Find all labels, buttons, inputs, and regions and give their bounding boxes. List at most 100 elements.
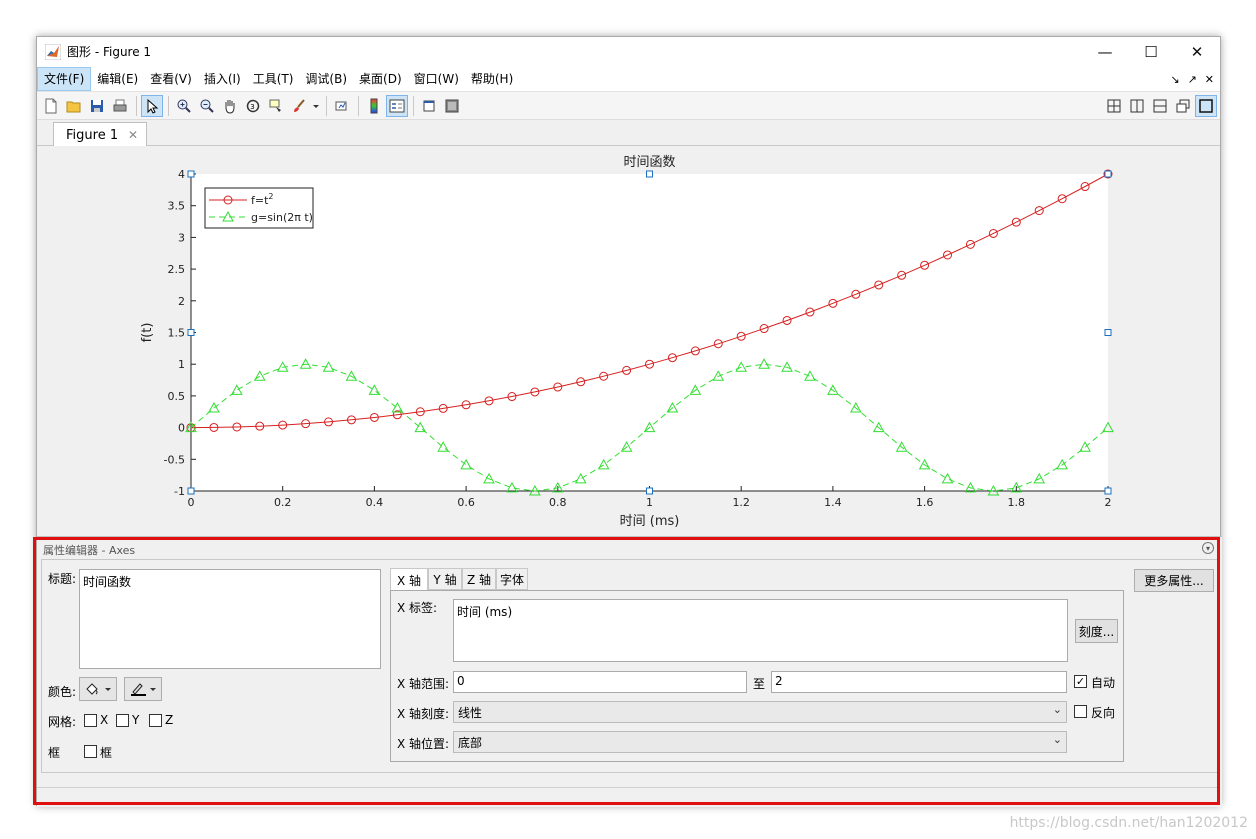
y-tick-label: 3 bbox=[178, 231, 185, 244]
print-icon[interactable] bbox=[109, 95, 131, 117]
new-figure-icon[interactable] bbox=[40, 95, 62, 117]
tile-grid-icon[interactable] bbox=[1103, 95, 1125, 117]
menu-edit[interactable]: 编辑(E) bbox=[91, 67, 144, 91]
dock-icon[interactable]: ↘ bbox=[1170, 73, 1179, 86]
legend-icon[interactable] bbox=[386, 94, 408, 117]
close-figure-icon[interactable]: ✕ bbox=[1205, 73, 1214, 86]
grid-x-checkbox[interactable] bbox=[84, 714, 97, 727]
toolbar: 3 bbox=[37, 92, 1220, 120]
split-vertical-icon[interactable] bbox=[1126, 95, 1148, 117]
line-chart[interactable]: 时间函数 0 0.2 0.4 0.6 0.8 1 1.2 1.4 1.6 1.8 2 -1 -0.5 0 0.… bbox=[37, 146, 1222, 535]
grid-y-checkbox[interactable] bbox=[116, 714, 129, 727]
grid-z-checkbox[interactable] bbox=[149, 714, 162, 727]
auto-checkbox[interactable]: ✓ bbox=[1074, 675, 1087, 688]
rotate-3d-icon[interactable]: 3 bbox=[242, 95, 264, 117]
undock-icon[interactable]: ↗ bbox=[1188, 73, 1197, 86]
menu-file[interactable]: 文件(F) bbox=[37, 66, 92, 91]
toolbar-separator bbox=[326, 95, 327, 116]
menu-tools[interactable]: 工具(T) bbox=[247, 67, 300, 91]
selection-handle[interactable] bbox=[646, 487, 653, 495]
face-color-button[interactable] bbox=[79, 677, 117, 701]
legend-label: g=sin(2π t) bbox=[251, 211, 313, 224]
x-location-select[interactable]: 底部 ⌄ bbox=[453, 731, 1067, 753]
colorbar-icon[interactable] bbox=[363, 95, 385, 117]
x-label-textarea[interactable]: 时间 (ms) bbox=[453, 599, 1068, 662]
svg-text:3: 3 bbox=[250, 103, 254, 111]
selection-handle[interactable] bbox=[1104, 329, 1112, 336]
show-tools-icon[interactable] bbox=[441, 95, 463, 117]
link-plot-icon[interactable] bbox=[331, 95, 353, 117]
x-tick-label: 1 bbox=[646, 496, 653, 509]
property-editor-header: 属性编辑器 - Axes bbox=[43, 544, 136, 557]
tab-font[interactable]: 字体 bbox=[496, 568, 528, 590]
title-textarea[interactable]: 时间函数 bbox=[79, 569, 381, 669]
minimize-button[interactable]: — bbox=[1082, 37, 1128, 66]
pen-color-icon bbox=[131, 683, 156, 696]
open-file-icon[interactable] bbox=[63, 95, 85, 117]
selection-handle[interactable] bbox=[187, 329, 195, 336]
menu-help[interactable]: 帮助(H) bbox=[465, 67, 519, 91]
status-bar bbox=[37, 787, 1220, 807]
x-tick-label: 0 bbox=[188, 496, 195, 509]
menubar-controls: ↘ ↗ ✕ bbox=[1170, 66, 1214, 92]
tab-x-axis[interactable]: X 轴 bbox=[390, 568, 428, 591]
x-location-value: 底部 bbox=[458, 736, 483, 750]
more-properties-button[interactable]: 更多属性... bbox=[1134, 569, 1214, 592]
pan-hand-icon[interactable] bbox=[219, 95, 241, 117]
ticks-button[interactable]: 刻度... bbox=[1075, 619, 1118, 643]
zoom-out-icon[interactable] bbox=[196, 95, 218, 117]
x-tick-label: 1.2 bbox=[732, 496, 750, 509]
auto-label: 自动 bbox=[1091, 676, 1116, 690]
tab-label: Figure 1 bbox=[66, 127, 119, 143]
watermark: https://blog.csdn.net/han1202012 bbox=[1009, 815, 1248, 831]
selection-handle[interactable] bbox=[1104, 487, 1112, 495]
y-tick-label: 0.5 bbox=[168, 390, 186, 403]
selection-handle[interactable] bbox=[1104, 170, 1112, 178]
menu-insert[interactable]: 插入(I) bbox=[198, 67, 247, 91]
maximize-button[interactable]: ☐ bbox=[1128, 37, 1174, 66]
tab-z-axis[interactable]: Z 轴 bbox=[462, 568, 496, 590]
menu-debug[interactable]: 调试(B) bbox=[299, 67, 353, 91]
x-tick-label: 0.2 bbox=[274, 496, 292, 509]
property-editor-body: 标题: 时间函数 颜色: 网格: X Y Z 框 框 X 轴 Y 轴 Z 轴 字… bbox=[41, 559, 1218, 773]
menu-desktop[interactable]: 桌面(D) bbox=[353, 67, 408, 91]
tab-y-axis[interactable]: Y 轴 bbox=[428, 568, 462, 590]
zoom-in-icon[interactable] bbox=[173, 95, 195, 117]
y-tick-label: 2.5 bbox=[168, 263, 186, 276]
select-arrow-icon[interactable] bbox=[141, 94, 163, 117]
selection-handle[interactable] bbox=[187, 487, 195, 495]
collapse-icon[interactable]: ▾ bbox=[1202, 542, 1214, 554]
window-title: 图形 - Figure 1 bbox=[67, 45, 152, 59]
maximize-pane-icon[interactable] bbox=[1195, 95, 1217, 117]
save-icon[interactable] bbox=[86, 95, 108, 117]
toolbar-separator bbox=[136, 95, 137, 116]
toolbar-separator bbox=[358, 95, 359, 116]
x-label-label: X 标签: bbox=[397, 601, 438, 615]
selection-handle[interactable] bbox=[646, 170, 653, 178]
x-range-max-input[interactable]: 2 bbox=[771, 671, 1067, 693]
x-scale-select[interactable]: 线性 ⌄ bbox=[453, 701, 1067, 723]
x-range-min-input[interactable]: 0 bbox=[453, 671, 747, 693]
menu-window[interactable]: 窗口(W) bbox=[408, 67, 465, 91]
chart-title: 时间函数 bbox=[623, 155, 675, 170]
brush-dropdown-icon[interactable] bbox=[311, 95, 321, 117]
y-axis-label: f(t) bbox=[140, 323, 155, 343]
chevron-down-icon: ⌄ bbox=[1052, 733, 1062, 746]
brush-icon[interactable] bbox=[288, 95, 310, 117]
reverse-checkbox[interactable] bbox=[1074, 705, 1087, 718]
float-window-icon[interactable] bbox=[1172, 95, 1194, 117]
plot-area bbox=[191, 174, 1108, 491]
grid-y-label: Y bbox=[132, 713, 140, 727]
selection-handle[interactable] bbox=[187, 170, 195, 178]
box-checkbox[interactable] bbox=[84, 745, 97, 758]
menu-view[interactable]: 查看(V) bbox=[144, 67, 198, 91]
close-button[interactable]: ✕ bbox=[1174, 37, 1220, 66]
tab-figure-1[interactable]: Figure 1 ✕ bbox=[53, 122, 147, 147]
split-horizontal-icon[interactable] bbox=[1149, 95, 1171, 117]
matlab-logo-icon bbox=[45, 43, 61, 60]
edge-color-button[interactable] bbox=[124, 677, 162, 701]
hide-tools-icon[interactable] bbox=[418, 95, 440, 117]
x-scale-label: X 轴刻度: bbox=[397, 707, 450, 721]
tab-close-icon[interactable]: ✕ bbox=[128, 128, 138, 142]
data-cursor-icon[interactable] bbox=[265, 95, 287, 117]
